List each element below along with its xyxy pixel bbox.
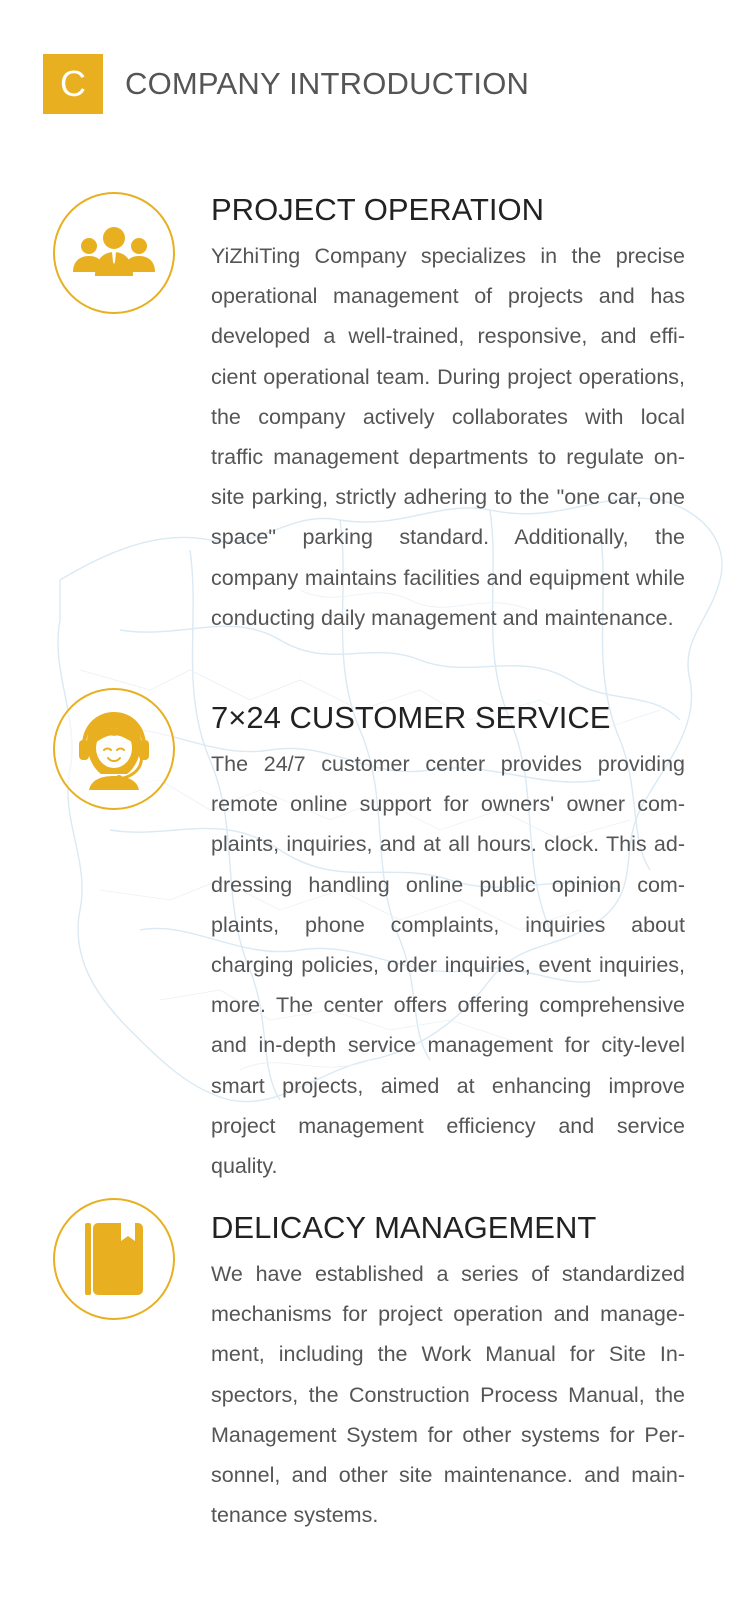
team-icon-circle (53, 192, 175, 314)
section-body: 7×24 CUSTOMER SERVICE The 24/7 customer … (211, 698, 685, 1186)
section-header: C COMPANY INTRODUCTION (43, 54, 529, 114)
book-icon (85, 1223, 143, 1295)
headset-agent-icon-circle (53, 688, 175, 810)
section-text: We have established a series of standard… (211, 1262, 685, 1528)
section-body: DELICACY MANAGEMENT We have established … (211, 1208, 685, 1535)
book-icon-circle (53, 1198, 175, 1320)
headset-agent-icon (79, 712, 149, 790)
header-badge: C (43, 54, 103, 114)
section-title: DELICACY MANAGEMENT (211, 1210, 597, 1245)
section-text: YiZhiTing Company specializes in the pre… (211, 244, 685, 630)
section-text: The 24/7 customer center provides provid… (211, 752, 685, 1179)
team-icon (73, 227, 155, 276)
section-title: PROJECT OPERATION (211, 192, 545, 227)
page-title: COMPANY INTRODUCTION (125, 66, 530, 101)
section-title: 7×24 CUSTOMER SERVICE (211, 700, 611, 735)
section-body: PROJECT OPERATION YiZhiTing Company spec… (211, 190, 685, 638)
